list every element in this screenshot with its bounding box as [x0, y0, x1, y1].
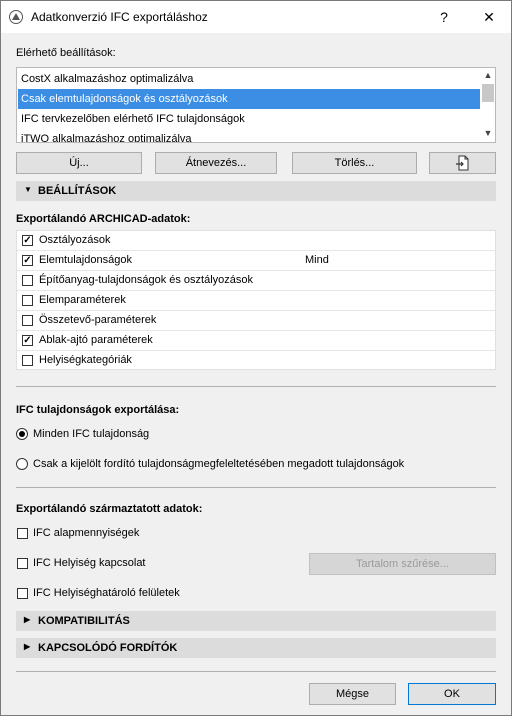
related-translators-section-header[interactable]: ▶ KAPCSOLÓDÓ FORDÍTÓK — [16, 638, 496, 658]
dialog-window: Adatkonverzió IFC exportáláshoz ? ✕ Elér… — [0, 0, 512, 716]
expand-triangle-icon: ▶ — [24, 615, 31, 624]
row-label: Elemparaméterek — [39, 294, 126, 306]
title-bar: Adatkonverzió IFC exportáláshoz ? ✕ — [1, 1, 511, 33]
base-quantities-checkbox[interactable] — [17, 528, 28, 539]
element-properties-checkbox[interactable]: ✓ — [22, 255, 33, 266]
divider — [16, 671, 496, 672]
row-label: Helyiségkategóriák — [39, 354, 132, 366]
space-boundaries-checkbox[interactable] — [17, 588, 28, 599]
space-containment-checkbox[interactable] — [17, 558, 28, 569]
scrollbar-thumb[interactable] — [482, 84, 494, 102]
divider — [16, 386, 496, 387]
classifications-checkbox[interactable]: ✓ — [22, 235, 33, 246]
help-button[interactable]: ? — [434, 9, 454, 25]
row-label: Építőanyag-tulajdonságok és osztályozáso… — [39, 274, 254, 286]
table-row[interactable]: ✓ Ablak-ajtó paraméterek — [17, 331, 495, 351]
related-translators-section-label: KAPCSOLÓDÓ FORDÍTÓK — [38, 642, 178, 654]
close-button[interactable]: ✕ — [479, 9, 499, 26]
mapped-properties-label[interactable]: Csak a kijelölt fordító tulajdonságmegfe… — [33, 458, 404, 470]
settings-section-header[interactable]: ▼ BEÁLLÍTÁSOK — [16, 181, 496, 201]
list-item-selected[interactable]: Csak elemtulajdonságok és osztályozások — [18, 89, 480, 109]
expand-triangle-icon: ▶ — [24, 642, 31, 651]
radio-selected-dot — [19, 431, 25, 437]
collapse-triangle-icon: ▼ — [24, 185, 32, 194]
rename-button[interactable]: Átnevezés... — [155, 152, 277, 174]
archicad-data-table: ✓ Osztályozások ✓ Elemtulajdonságok Mind… — [16, 230, 496, 370]
space-containment-label[interactable]: IFC Helyiség kapcsolat — [33, 557, 146, 569]
ifc-props-label: IFC tulajdonságok exportálása: — [16, 404, 180, 416]
scroll-up-arrow-icon[interactable]: ▲ — [482, 70, 494, 82]
zone-categories-checkbox[interactable] — [22, 355, 33, 366]
table-row[interactable]: ✓ Osztályozások — [17, 231, 495, 251]
table-row[interactable]: Helyiségkategóriák — [17, 351, 495, 371]
row-label: Osztályozások — [39, 234, 111, 246]
archicad-data-label: Exportálandó ARCHICAD-adatok: — [16, 213, 191, 225]
cancel-button[interactable]: Mégse — [309, 683, 396, 705]
material-properties-checkbox[interactable] — [22, 275, 33, 286]
window-door-parameters-checkbox[interactable]: ✓ — [22, 335, 33, 346]
table-row[interactable]: Építőanyag-tulajdonságok és osztályozáso… — [17, 271, 495, 291]
ok-button[interactable]: OK — [408, 683, 496, 705]
row-value[interactable]: Mind — [305, 254, 329, 266]
export-file-icon — [455, 155, 468, 171]
row-label: Elemtulajdonságok — [39, 254, 132, 266]
all-ifc-properties-radio[interactable] — [16, 428, 28, 440]
component-parameters-checkbox[interactable] — [22, 315, 33, 326]
list-item[interactable]: iTWO alkalmazáshoz optimalizálva — [18, 129, 480, 142]
archicad-logo-icon — [9, 10, 23, 24]
list-item[interactable]: IFC tervkezelőben elérhető IFC tulajdons… — [18, 109, 480, 129]
space-boundaries-label[interactable]: IFC Helyiséghatároló felületek — [33, 587, 180, 599]
table-row[interactable]: ✓ Elemtulajdonságok Mind — [17, 251, 495, 271]
settings-section-label: BEÁLLÍTÁSOK — [38, 185, 117, 197]
mapped-properties-radio[interactable] — [16, 458, 28, 470]
filter-content-button[interactable]: Tartalom szűrése... — [309, 553, 496, 575]
window-title: Adatkonverzió IFC exportáláshoz — [31, 10, 208, 24]
presets-label: Elérhető beállítások: — [16, 47, 116, 59]
row-label: Összetevő-paraméterek — [39, 314, 157, 326]
list-item[interactable]: CostX alkalmazáshoz optimalizálva — [18, 69, 480, 89]
element-parameters-checkbox[interactable] — [22, 295, 33, 306]
all-ifc-properties-label[interactable]: Minden IFC tulajdonság — [33, 428, 149, 440]
delete-button[interactable]: Törlés... — [292, 152, 417, 174]
presets-list[interactable]: CostX alkalmazáshoz optimalizálva Csak e… — [16, 67, 496, 143]
table-row[interactable]: Összetevő-paraméterek — [17, 311, 495, 331]
new-button[interactable]: Új... — [16, 152, 142, 174]
compatibility-section-header[interactable]: ▶ KOMPATIBILITÁS — [16, 611, 496, 631]
export-preset-button[interactable] — [429, 152, 496, 174]
row-label: Ablak-ajtó paraméterek — [39, 334, 153, 346]
table-row[interactable]: Elemparaméterek — [17, 291, 495, 311]
divider — [16, 487, 496, 488]
derived-data-label: Exportálandó származtatott adatok: — [16, 503, 203, 515]
scroll-down-arrow-icon[interactable]: ▼ — [482, 128, 494, 140]
base-quantities-label[interactable]: IFC alapmennyiségek — [33, 527, 139, 539]
compatibility-section-label: KOMPATIBILITÁS — [38, 615, 130, 627]
